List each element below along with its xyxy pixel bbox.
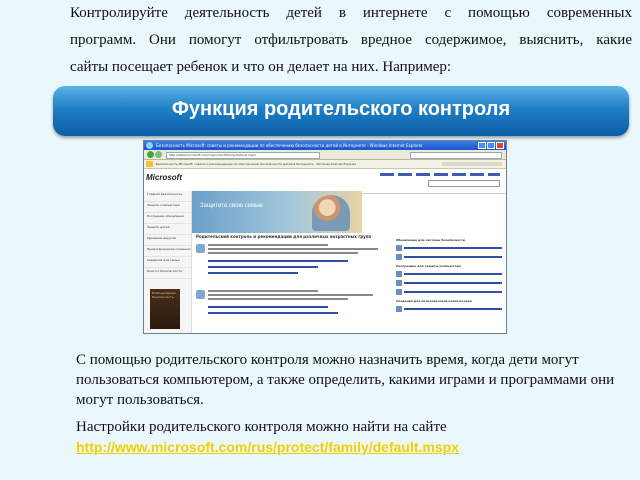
content-title: Родительский контроль и рекомендации для…	[196, 234, 372, 239]
minimize-icon	[478, 142, 486, 149]
tab-title: Безопасность Microsoft: советы и рекомен…	[156, 162, 357, 166]
search-field	[410, 152, 502, 159]
content-area: Родительский контроль и рекомендации для…	[196, 234, 386, 333]
parental-control-description: С помощью родительского контроля можно н…	[76, 352, 615, 408]
address-field: http://www.microsoft.com/rus/protect/fam…	[166, 152, 320, 159]
window-controls	[478, 142, 504, 149]
window-titlebar: Безопасность Microsoft: советы и рекомен…	[144, 141, 506, 150]
right-column: Обновления для системы безопасности Прог…	[396, 234, 502, 333]
sidebar-item: Удаление вирусов	[144, 235, 191, 246]
content-section	[196, 242, 386, 286]
intro-line-1: Контролируйте деятельность детей в интер…	[70, 5, 632, 21]
intro-text: Контролируйте деятельность детей в интер…	[70, 0, 632, 81]
browser-screenshot: Безопасность Microsoft: советы и рекомен…	[143, 140, 507, 334]
right-heading: Сведения для пользователей компьютеров	[396, 299, 472, 303]
hero-text: Защитите свою семью	[200, 203, 263, 209]
info-icon	[396, 306, 402, 312]
program-icon	[396, 289, 402, 295]
microsoft-family-link[interactable]: http://www.microsoft.com/rus/protect/fam…	[76, 437, 616, 457]
section-banner: Функция родительского контроля	[53, 86, 629, 136]
section-icon	[196, 290, 205, 299]
favorites-icon	[146, 161, 153, 167]
update-icon	[396, 245, 402, 251]
close-icon	[496, 142, 504, 149]
hero-banner: Защитите свою семью	[192, 191, 362, 233]
toolbar-buttons	[442, 162, 502, 166]
sidebar-item: Последние обновления	[144, 213, 191, 224]
sidebar-item: Книги о безопасности	[144, 268, 191, 279]
microsoft-logo: Microsoft	[146, 173, 182, 182]
maximize-icon	[487, 142, 495, 149]
address-bar: http://www.microsoft.com/rus/protect/fam…	[144, 150, 506, 160]
content-section	[196, 288, 386, 332]
settings-text: Настройки родительского контроля можно н…	[76, 419, 447, 435]
right-heading: Обновления для системы безопасности	[396, 238, 465, 242]
sidebar-item: Предотвращение мошенничества	[144, 246, 191, 257]
back-icon	[147, 151, 154, 158]
site-sidebar: Главная безопасность Защита компьютера П…	[144, 191, 192, 333]
site-search	[428, 180, 500, 187]
ie-icon	[146, 142, 153, 149]
program-icon	[396, 280, 402, 286]
book-cover: Компьютерная безопасность	[150, 289, 180, 329]
sidebar-item: Защита детей	[144, 224, 191, 235]
favorites-bar: Безопасность Microsoft: советы и рекомен…	[144, 160, 506, 169]
sidebar-item: Сведения для семьи	[144, 257, 191, 268]
sidebar-item: Защита компьютера	[144, 202, 191, 213]
intro-line-3: сайты посещает ребенок и что он делает н…	[70, 59, 452, 75]
window-title: Безопасность Microsoft: советы и рекомен…	[156, 143, 423, 148]
right-heading: Программы для защиты компьютера	[396, 264, 461, 268]
header-links	[380, 173, 500, 176]
family-photo	[312, 195, 350, 231]
intro-line-2: программ. Они помогут отфильтровать вред…	[70, 32, 632, 48]
section-icon	[196, 244, 205, 253]
settings-location: Настройки родительского контроля можно н…	[76, 417, 616, 457]
program-icon	[396, 271, 402, 277]
forward-icon	[155, 151, 162, 158]
update-icon	[396, 254, 402, 260]
sidebar-item: Главная безопасность	[144, 191, 191, 202]
